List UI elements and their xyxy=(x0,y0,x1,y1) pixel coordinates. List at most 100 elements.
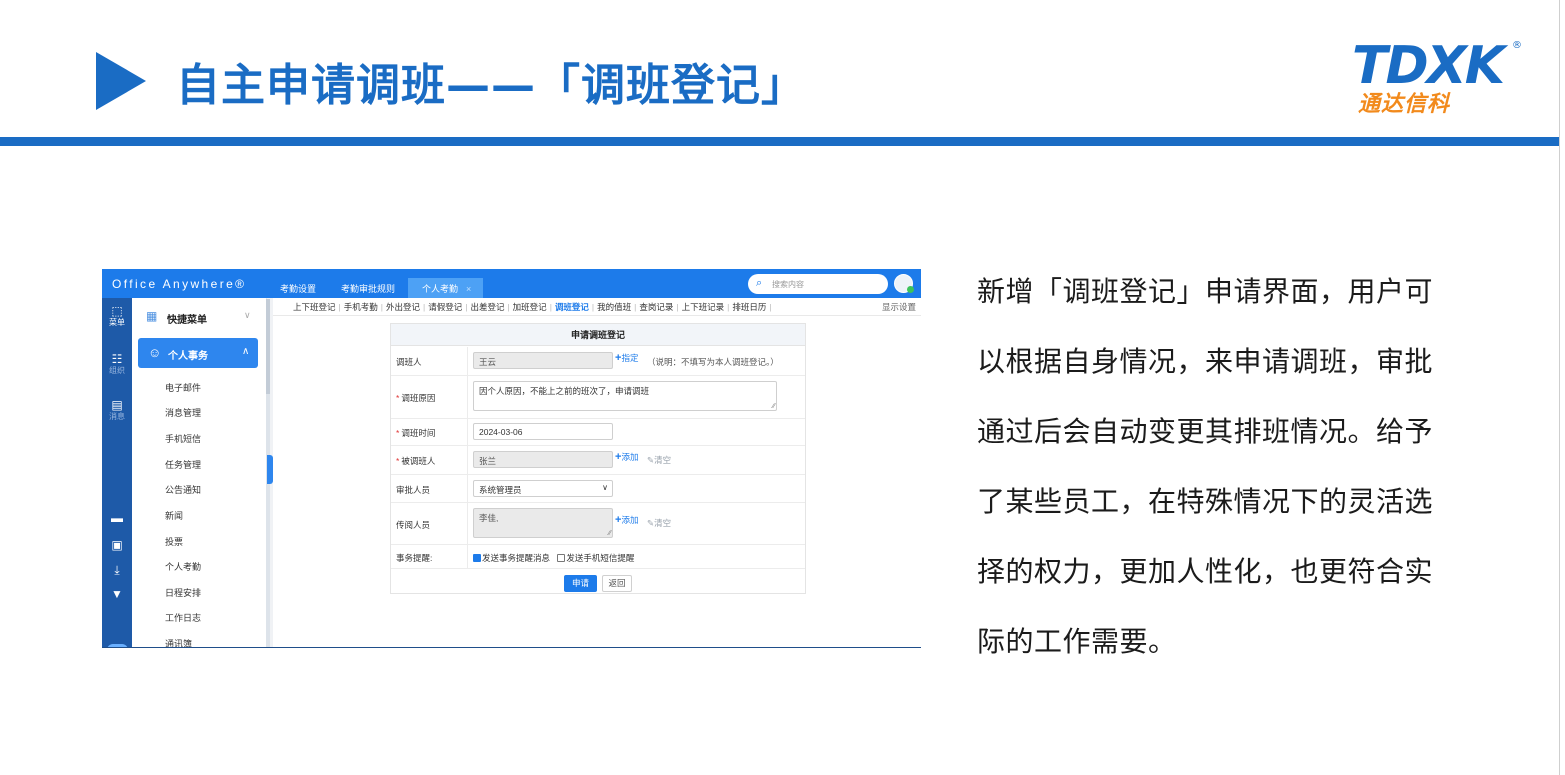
subnav-item-business-trip[interactable]: 出差登记 xyxy=(470,301,504,313)
event-reminder-checkbox[interactable] xyxy=(473,554,481,562)
form-row-reminder: 事务提醒: 发送事务提醒消息 发送手机短信提醒 xyxy=(391,545,805,569)
subnav-item-mobile-attendance[interactable]: 手机考勤 xyxy=(344,301,378,313)
shirt-icon: ▼ xyxy=(111,587,123,601)
tab-attendance-approval-rules[interactable]: 考勤审批规则 xyxy=(341,282,395,295)
rail-item-monitor[interactable]: ▬ xyxy=(102,512,132,525)
sidebar-item-email[interactable]: 电子邮件 xyxy=(165,381,201,394)
approver-select[interactable]: 系统管理员 ∨ xyxy=(473,480,613,497)
swapped-person-field[interactable]: 张兰 xyxy=(473,451,613,468)
tab-attendance-settings[interactable]: 考勤设置 xyxy=(280,282,316,295)
reason-textarea[interactable]: 因个人原因，不能上之前的班次了，申请调班 ∕∕ xyxy=(473,381,777,411)
subnav-items: 上下班登记 | 手机考勤 | 外出登记 | 请假登记 | 出差登记 | 加班登记 | 调班登记 | 我的值班… xyxy=(293,301,772,313)
sidebar-item-address-book[interactable]: 通讯簿 xyxy=(165,637,192,647)
subnav-item-clock-records[interactable]: 上下班记录 xyxy=(682,301,725,313)
chevron-up-icon: ∧ xyxy=(242,346,250,357)
assign-link[interactable]: +指定 xyxy=(615,352,638,364)
clear-swapped-person-link[interactable]: ✎清空 xyxy=(647,454,671,466)
reminder-options: 发送事务提醒消息 发送手机短信提醒 xyxy=(473,552,634,564)
subnav-item-leave[interactable]: 请假登记 xyxy=(428,301,462,313)
form-actions: 申请 返回 xyxy=(391,569,805,594)
apps-grid-icon: ⬚ xyxy=(111,304,123,318)
add-swapped-person-link[interactable]: +添加 xyxy=(615,451,638,463)
clear-circulate-link[interactable]: ✎清空 xyxy=(647,517,671,529)
slide-title-row: 自主申请调班——「调班登记」 xyxy=(96,50,806,112)
subnav-item-post-check[interactable]: 查岗记录 xyxy=(639,301,673,313)
display-settings-link[interactable]: 显示设置 xyxy=(882,301,916,313)
form-title: 申请调班登记 xyxy=(391,324,805,346)
sidebar-item-vote[interactable]: 投票 xyxy=(165,535,183,548)
description-line: 际的工作需要。 xyxy=(977,625,1177,658)
chat-bubble-icon: ▤ xyxy=(111,398,123,412)
description-line: 了某些员工，在特殊情况下的灵活选 xyxy=(977,485,1434,518)
icon-rail: ⬚ 菜单 ☷ 组织 ▤ 消息 ▬ ▣ ⤓ ▼ •— xyxy=(102,298,132,647)
rail-item-menu[interactable]: ⬚ 菜单 xyxy=(102,305,132,328)
app-brand: Office Anywhere® xyxy=(112,277,247,291)
search-icon: ⌕ xyxy=(756,277,763,289)
sidebar-item-news[interactable]: 新闻 xyxy=(165,509,183,522)
sidebar-item-work-log[interactable]: 工作日志 xyxy=(165,611,201,624)
download-icon: ⤓ xyxy=(114,563,120,577)
toggle-icon[interactable]: •— xyxy=(107,644,128,647)
search-placeholder: 搜索内容 xyxy=(772,280,804,289)
subnav-item-my-duty[interactable]: 我的值班 xyxy=(597,301,631,313)
form-row-swapped-person: * 被调班人 张兰 +添加 ✎清空 xyxy=(391,446,805,475)
tab-close-icon[interactable]: × xyxy=(466,284,471,294)
circulate-label: 传阅人员 xyxy=(396,520,431,530)
app-screenshot: Office Anywhere® 考勤设置 考勤审批规则 个人考勤 × ⌕ 搜索内… xyxy=(102,269,921,648)
description-text: 新增「调班登记」申请界面，用户可 以根据自身情况，来申请调班，审批 通过后会自动… xyxy=(977,267,1477,687)
rail-item-shirt[interactable]: ▼ xyxy=(102,588,132,601)
sidebar-item-notices[interactable]: 公告通知 xyxy=(165,483,201,496)
resize-grip-icon[interactable]: ∕∕ xyxy=(773,403,775,410)
slide-title: 自主申请调班——「调班登记」 xyxy=(176,60,806,111)
sidebar-item-quick-menu[interactable]: ▦ 快捷菜单 ∨ xyxy=(132,298,267,334)
resize-grip-icon[interactable]: ∕∕ xyxy=(609,530,611,537)
swap-date-input[interactable]: 2024-03-06 xyxy=(473,423,613,440)
subnav-item-overtime[interactable]: 加班登记 xyxy=(513,301,547,313)
sidebar-menu: ▦ 快捷菜单 ∨ ☺ 个人事务 ∧ 电子邮件 消息管理 手机短信 任务管理 公告… xyxy=(132,298,267,647)
sidebar-item-sms[interactable]: 手机短信 xyxy=(165,432,201,445)
monitor-icon: ▬ xyxy=(111,511,123,525)
user-avatar[interactable] xyxy=(894,274,914,293)
rail-item-org[interactable]: ☷ 组织 xyxy=(102,353,132,376)
description-line: 新增「调班登记」申请界面，用户可 xyxy=(977,275,1434,308)
logo-mark: TDXK xyxy=(1352,36,1505,96)
chevron-down-icon: ∨ xyxy=(602,483,608,492)
swapped-person-label: * 被调班人 xyxy=(396,456,436,466)
search-input[interactable]: ⌕ 搜索内容 xyxy=(748,274,888,294)
submit-button[interactable]: 申请 xyxy=(564,575,597,592)
rail-item-download[interactable]: ⤓ xyxy=(102,564,132,577)
reason-label: * 调班原因 xyxy=(396,393,436,403)
applicant-label: 调班人 xyxy=(396,357,422,367)
tab-personal-attendance[interactable]: 个人考勤 × xyxy=(408,278,484,298)
slide-edge-line xyxy=(1559,0,1560,775)
sidebar-item-schedule[interactable]: 日程安排 xyxy=(165,586,201,599)
subnav-item-clock-in[interactable]: 上下班登记 xyxy=(293,301,336,313)
sidebar-item-tasks[interactable]: 任务管理 xyxy=(165,458,201,471)
add-circulate-link[interactable]: +添加 xyxy=(615,514,638,526)
rail-item-message[interactable]: ▤ 消息 xyxy=(102,399,132,422)
subnav-item-outing[interactable]: 外出登记 xyxy=(386,301,420,313)
subnav-item-shift-swap[interactable]: 调班登记 xyxy=(555,301,589,313)
form-row-applicant: 调班人 王云 +指定 （说明：不填写为本人调班登记。） xyxy=(391,347,805,376)
document-icon: ▣ xyxy=(111,538,123,552)
back-button[interactable]: 返回 xyxy=(602,575,632,592)
description-line: 择的权力，更加人性化，也更符合实 xyxy=(977,555,1434,588)
rail-item-document[interactable]: ▣ xyxy=(102,539,132,552)
sms-reminder-label: 发送手机短信提醒 xyxy=(566,553,635,563)
shift-swap-form: 申请调班登记 调班人 王云 +指定 （说明：不填写为本人调班登记。） * 调班原因… xyxy=(390,323,806,594)
sms-reminder-checkbox[interactable] xyxy=(557,554,566,562)
sidebar-item-messages[interactable]: 消息管理 xyxy=(165,406,201,419)
attendance-subnav: 上下班登记 | 手机考勤 | 外出登记 | 请假登记 | 出差登记 | 加班登记 | 调班登记 | 我的值班… xyxy=(273,298,921,316)
applicant-field[interactable]: 王云 xyxy=(473,352,613,369)
subnav-item-shift-calendar[interactable]: 排班日历 xyxy=(732,301,766,313)
form-row-reason: * 调班原因 因个人原因，不能上之前的班次了，申请调班 ∕∕ xyxy=(391,376,805,419)
main-content: 申请调班登记 调班人 王云 +指定 （说明：不填写为本人调班登记。） * 调班原因… xyxy=(273,316,921,647)
org-tree-icon: ☷ xyxy=(111,352,123,366)
form-row-time: * 调班时间 2024-03-06 xyxy=(391,419,805,446)
applicant-note: （说明：不填写为本人调班登记。） xyxy=(647,357,779,367)
sidebar-item-personal-attendance[interactable]: 个人考勤 xyxy=(165,560,201,573)
form-row-circulate: 传阅人员 李佳, ∕∕ +添加 ✎清空 xyxy=(391,503,805,545)
reminder-label: 事务提醒: xyxy=(396,553,433,563)
circulate-textarea[interactable]: 李佳, ∕∕ xyxy=(473,508,613,538)
sidebar-item-personal-affairs[interactable]: ☺ 个人事务 ∧ xyxy=(138,338,258,368)
